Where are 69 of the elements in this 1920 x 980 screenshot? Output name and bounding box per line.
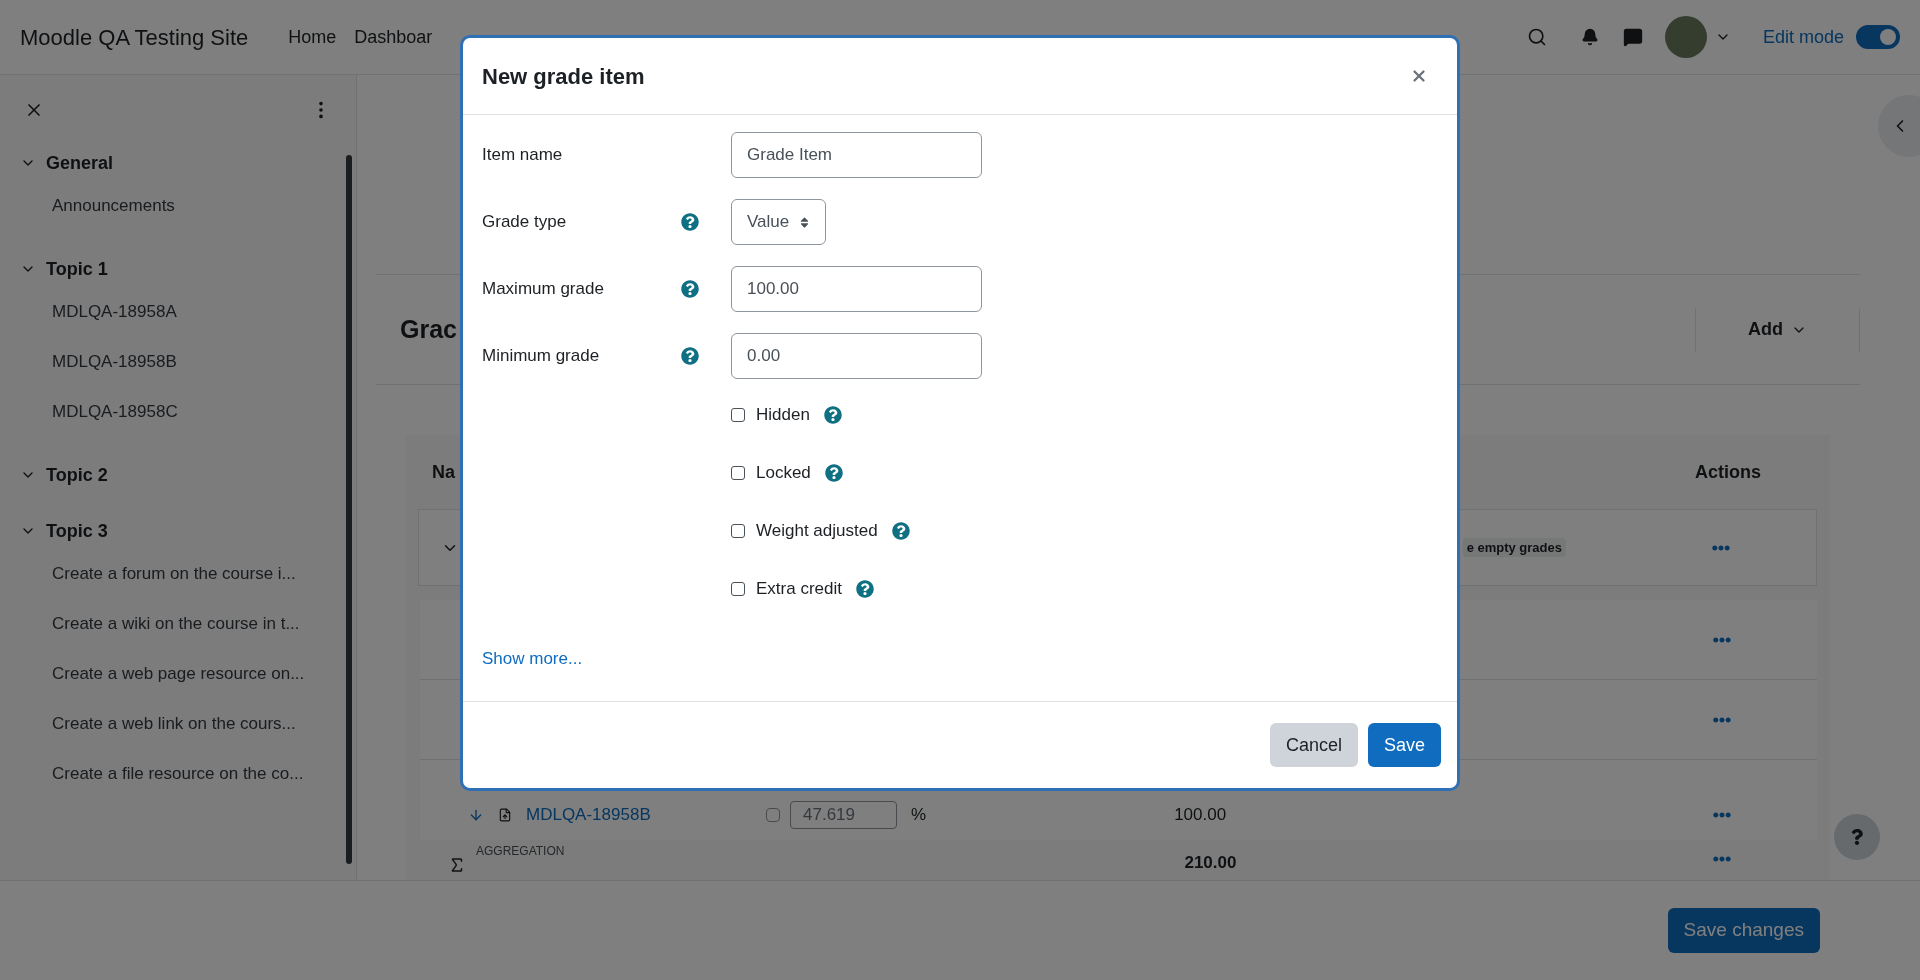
field-label: Item name — [482, 144, 564, 167]
course-index-item[interactable]: Announcements — [52, 193, 175, 219]
course-index-item[interactable]: MDLQA-18958C — [52, 399, 178, 425]
field-label: Grade type — [482, 211, 568, 234]
item-icon — [498, 808, 512, 822]
grade-item-link[interactable]: MDLQA-18958B — [526, 802, 766, 828]
section-title[interactable]: Topic 1 — [46, 255, 108, 283]
close-icon[interactable] — [1410, 67, 1428, 85]
move-icon[interactable] — [468, 807, 484, 823]
weight-input[interactable]: 47.619 — [790, 801, 897, 829]
checkbox-label[interactable]: Locked — [756, 460, 811, 486]
question-icon — [1849, 829, 1865, 845]
checkbox-label[interactable]: Hidden — [756, 402, 810, 428]
edit-mode-label: Edit mode — [1762, 25, 1844, 49]
nav-link[interactable]: Home — [288, 23, 337, 51]
search-icon[interactable] — [1526, 27, 1547, 47]
max-grade: 100.00 — [1174, 804, 1227, 827]
total-grade: 210.00 — [1184, 852, 1237, 874]
site-name[interactable]: Moodle QA Testing Site — [20, 20, 249, 54]
edit-mode-toggle[interactable] — [1856, 25, 1900, 49]
text-input[interactable]: 0.00 — [731, 333, 982, 379]
sort-icon — [799, 215, 811, 229]
bell-icon[interactable] — [1580, 28, 1599, 46]
section-title[interactable]: Topic 3 — [46, 517, 108, 545]
column-header: Actions — [1695, 460, 1761, 484]
help-icon[interactable] — [856, 580, 874, 598]
nav-link[interactable]: Dashboar — [354, 23, 433, 51]
column-header: Na — [432, 460, 455, 484]
avatar[interactable] — [1664, 16, 1707, 58]
checkbox[interactable] — [731, 582, 745, 596]
course-index-item[interactable]: MDLQA-18958B — [52, 349, 177, 375]
course-index-item[interactable]: Create a web page resource on... — [52, 661, 305, 687]
page-heading: Grac — [400, 313, 457, 345]
scrollbar[interactable] — [346, 155, 352, 864]
checkbox-label[interactable]: Extra credit — [756, 576, 842, 602]
section-title[interactable]: General — [46, 149, 114, 177]
help-button[interactable] — [1834, 814, 1880, 860]
course-index-item[interactable]: Create a file resource on the co... — [52, 761, 304, 787]
show-more-link[interactable]: Show more... — [482, 646, 583, 672]
help-icon[interactable] — [681, 213, 699, 231]
help-icon[interactable] — [823, 406, 842, 424]
add-button[interactable]: Add — [1748, 316, 1807, 343]
field-label: Minimum grade — [482, 345, 601, 368]
field-label: Maximum grade — [482, 278, 605, 301]
text-input[interactable]: Grade Item — [731, 132, 982, 178]
save-changes-button[interactable]: Save changes — [1667, 908, 1820, 953]
modal-title: New grade item — [482, 62, 645, 91]
text-input[interactable]: 100.00 — [731, 266, 982, 312]
course-index-item[interactable]: MDLQA-18958A — [52, 299, 177, 325]
checkbox[interactable] — [731, 408, 745, 422]
checkbox[interactable] — [731, 524, 745, 538]
aggregation-note: e empty grades — [1462, 537, 1566, 558]
course-index-item[interactable]: Create a web link on the cours... — [52, 711, 296, 737]
help-icon[interactable] — [891, 522, 910, 540]
checkbox-label[interactable]: Weight adjusted — [756, 518, 878, 544]
aggregation-label: AGGREGATION — [476, 843, 565, 860]
cancel-button[interactable]: Cancel — [1269, 723, 1358, 767]
chat-icon[interactable] — [1622, 27, 1643, 47]
save-button[interactable]: Save — [1367, 723, 1441, 767]
course-index-item[interactable]: Create a forum on the course i... — [52, 561, 296, 587]
help-icon[interactable] — [681, 280, 699, 298]
grade-type-select[interactable]: Value — [731, 199, 827, 245]
checkbox[interactable] — [731, 466, 745, 480]
section-title[interactable]: Topic 2 — [46, 461, 108, 489]
help-icon[interactable] — [681, 347, 699, 365]
course-index-item[interactable]: Create a wiki on the course in t... — [52, 611, 300, 637]
help-icon[interactable] — [824, 464, 843, 482]
percent-sign: % — [911, 804, 927, 827]
weight-checkbox[interactable] — [766, 808, 780, 822]
